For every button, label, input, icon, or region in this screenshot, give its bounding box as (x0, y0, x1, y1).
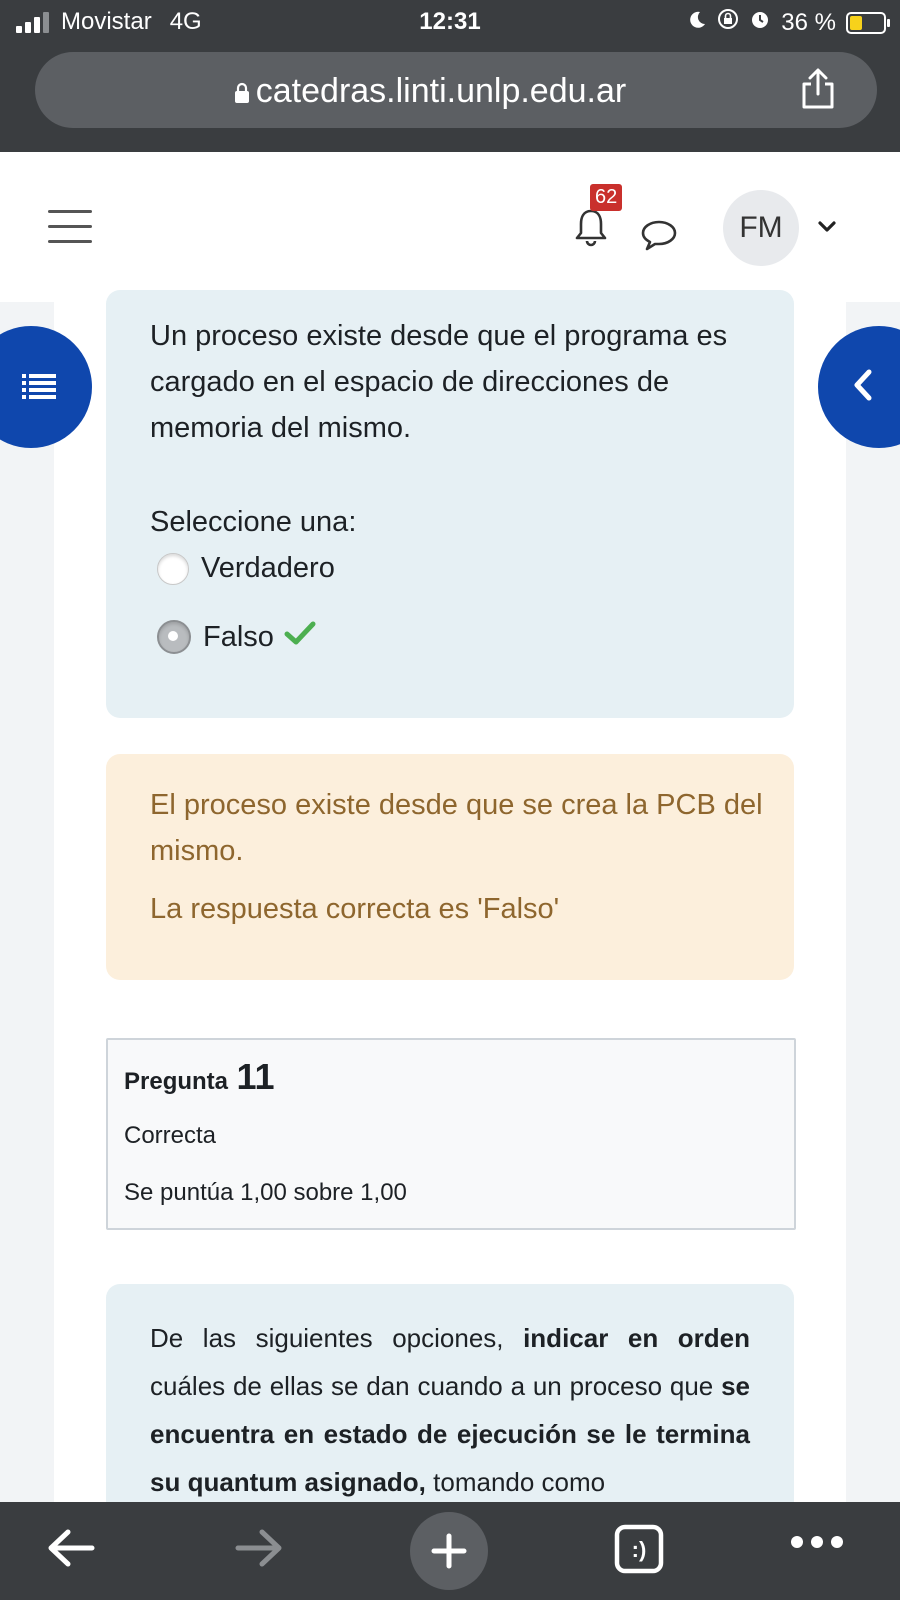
text-segment: De las siguientes opciones, (150, 1323, 524, 1353)
more-options-icon[interactable] (788, 1532, 846, 1557)
question-state: Correcta (124, 1122, 217, 1149)
hamburger-menu-icon[interactable] (48, 210, 92, 255)
battery-icon (846, 11, 890, 34)
radio-unselected[interactable] (157, 552, 189, 585)
list-icon (22, 372, 56, 407)
battery-percent: 36 % (781, 8, 836, 36)
option-verdadero[interactable]: Verdadero (157, 552, 335, 585)
checkmark-icon (284, 619, 316, 655)
new-tab-plus-icon (430, 1532, 468, 1575)
url-bar[interactable]: catedras.linti.unlp.edu.ar (35, 52, 877, 128)
bell-icon[interactable] (573, 207, 609, 252)
app-header: 62 FM (0, 152, 900, 302)
notification-badge: 62 (590, 184, 623, 211)
question-number-title: Pregunta 11 (124, 1056, 275, 1098)
status-right: 36 % (687, 8, 890, 37)
option-label: Verdadero (201, 552, 335, 584)
user-avatar[interactable]: FM (723, 190, 799, 266)
chevron-down-icon[interactable] (818, 220, 836, 239)
alarm-icon (749, 8, 771, 37)
question-number: 11 (236, 1056, 275, 1097)
new-tab-button[interactable] (410, 1512, 488, 1590)
feedback-explanation: El proceso existe desde que se crea la P… (150, 789, 763, 867)
moon-icon (687, 9, 707, 37)
share-icon[interactable] (799, 68, 837, 115)
status-bar: Movistar 4G 12:31 36 % (0, 0, 900, 46)
correct-answer-text: La respuesta correcta es 'Falso' (150, 893, 560, 925)
browser-url-area: catedras.linti.unlp.edu.ar (0, 46, 900, 152)
tabs-label: :) (632, 1537, 647, 1562)
lock-icon (234, 74, 250, 113)
back-arrow-icon[interactable] (44, 1524, 96, 1577)
option-falso[interactable]: Falso (157, 619, 316, 655)
question-info-box: Pregunta 11 Correcta Se puntúa 1,00 sobr… (106, 1038, 796, 1230)
orientation-lock-icon (717, 8, 739, 37)
question-label: Pregunta (124, 1068, 229, 1095)
text-segment: tomando como (425, 1467, 606, 1497)
url-text: catedras.linti.unlp.edu.ar (255, 72, 627, 110)
radio-selected[interactable] (157, 620, 191, 654)
question-grade: Se puntúa 1,00 sobre 1,00 (124, 1179, 407, 1206)
browser-toolbar: :) (0, 1502, 900, 1600)
select-prompt: Seleccione una: (150, 506, 357, 538)
forward-arrow-icon[interactable] (234, 1524, 286, 1577)
text-segment: cuáles de ellas se dan cuando a un proce… (150, 1371, 722, 1401)
bold-segment: indicar en orden (523, 1323, 751, 1353)
url-display[interactable]: catedras.linti.unlp.edu.ar (35, 72, 825, 113)
chevron-left-icon (852, 368, 874, 407)
option-label: Falso (203, 620, 274, 653)
next-question-text: De las siguientes opciones, indicar en o… (150, 1314, 750, 1506)
chat-bubble-icon[interactable] (640, 218, 678, 257)
question-text: Un proceso existe desde que el programa … (150, 320, 728, 444)
tabs-icon[interactable]: :) (612, 1522, 666, 1581)
